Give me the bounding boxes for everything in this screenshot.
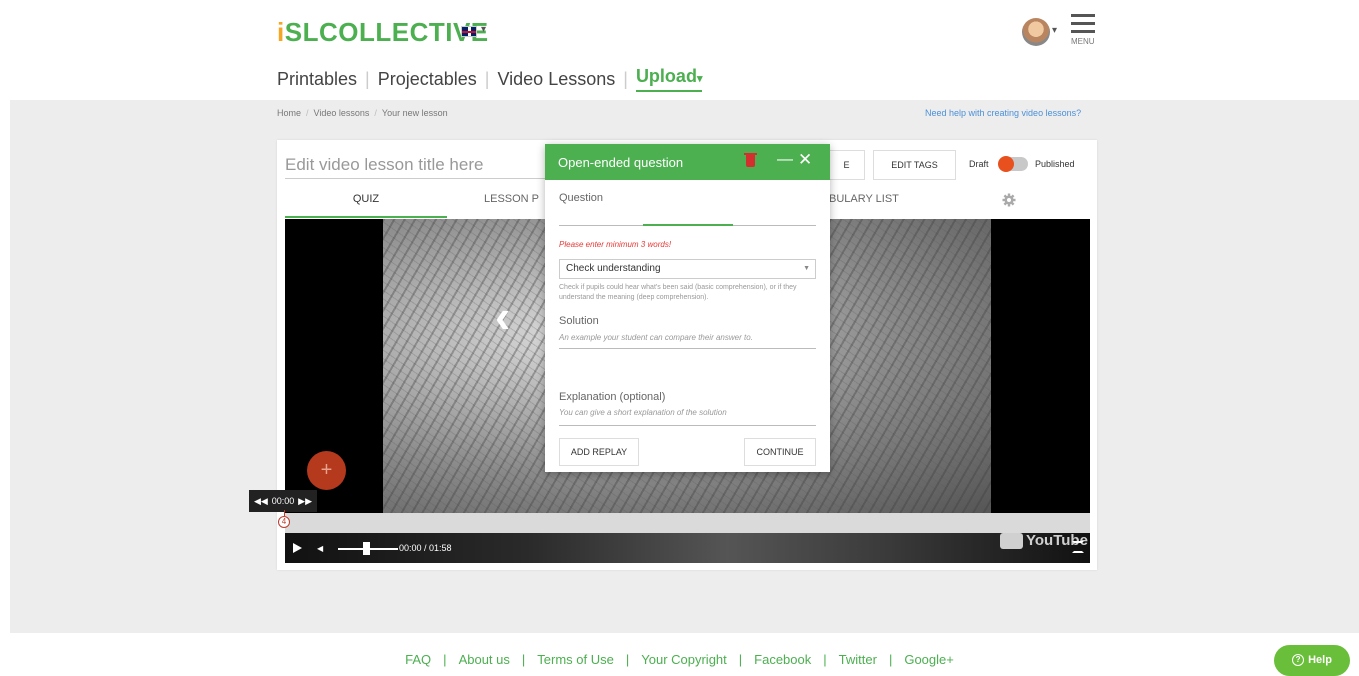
volume-icon[interactable]: ◀ — [317, 544, 325, 553]
footer-separator: | — [443, 652, 447, 667]
published-label: Published — [1035, 159, 1075, 169]
breadcrumb-separator: / — [374, 108, 377, 118]
open-ended-question-dialog: Open-ended question — ✕ Question Please … — [545, 144, 830, 472]
chevron-down-icon: ▼ — [803, 265, 810, 272]
question-type-select[interactable]: Check understanding ▼ — [559, 259, 816, 279]
hamburger-bar — [1071, 30, 1095, 33]
help-label: Help — [1308, 654, 1332, 666]
hamburger-bar — [1071, 22, 1095, 25]
menu-label: MENU — [1071, 37, 1095, 46]
footer-link-facebook[interactable]: Facebook — [754, 652, 811, 667]
nav-separator: | — [484, 68, 490, 89]
footer-separator: | — [521, 652, 526, 667]
nav-upload-label: Upload — [635, 66, 697, 86]
share-button[interactable]: E — [829, 150, 865, 180]
nav-separator: | — [365, 68, 370, 89]
breadcrumb-video-lessons[interactable]: Video lessons — [314, 108, 370, 118]
select-value: Check understanding — [566, 263, 661, 274]
rewind-icon[interactable]: ◀◀ — [254, 496, 268, 507]
volume-slider-handle[interactable] — [363, 542, 370, 555]
logo-text: SLCOLLECTIVE — [284, 17, 489, 47]
avatar[interactable] — [1022, 18, 1050, 46]
uk-flag-icon[interactable] — [461, 26, 477, 37]
breadcrumb-current: Your new lesson — [381, 108, 448, 118]
question-marker[interactable]: 4 — [278, 516, 290, 528]
question-input-focus — [643, 224, 733, 226]
footer-link-about[interactable]: About us — [459, 652, 510, 667]
footer-link-twitter[interactable]: Twitter — [839, 652, 877, 667]
fast-forward-icon[interactable]: ▶▶ — [298, 496, 312, 507]
time-display: 00:00 / 01:58 — [399, 543, 452, 553]
previous-arrow-icon[interactable]: ‹ — [495, 289, 510, 343]
question-timeline[interactable] — [285, 513, 1090, 533]
select-hint: Check if pupils could hear what's been s… — [559, 284, 797, 301]
nav-item-projectables[interactable]: Projectables — [378, 69, 477, 90]
dialog-header: Open-ended question — ✕ — [545, 144, 830, 180]
nav-item-video-lessons[interactable]: Video Lessons — [497, 69, 615, 90]
add-question-button[interactable]: + — [307, 451, 346, 490]
edit-tags-button[interactable]: EDIT TAGS — [873, 150, 956, 180]
footer-link-terms[interactable]: Terms of Use — [537, 652, 614, 667]
site-logo[interactable]: iSLCOLLECTIVE — [277, 17, 489, 48]
footer-separator: | — [625, 652, 630, 667]
footer-separator: | — [738, 652, 743, 667]
logo-letter-i: i — [277, 17, 285, 47]
tab-vocabulary-list[interactable]: BULARY LIST — [829, 193, 899, 205]
footer-link-google-plus[interactable]: Google+ — [904, 652, 954, 667]
help-button[interactable]: ? Help — [1274, 645, 1350, 676]
close-icon[interactable]: ✕ — [798, 150, 812, 170]
continue-button[interactable]: CONTINUE — [744, 438, 816, 466]
minimize-icon[interactable]: — — [777, 151, 793, 169]
footer-separator: | — [823, 652, 827, 667]
site-header: iSLCOLLECTIVE ▾ Printables | Projectable… — [0, 0, 1359, 100]
solution-label: Solution — [559, 315, 599, 327]
fullscreen-icon[interactable] — [1072, 541, 1084, 553]
nav-item-printables[interactable]: Printables — [277, 69, 357, 90]
chevron-down-icon[interactable]: ▾ — [1052, 25, 1057, 36]
tab-lesson-plan[interactable]: LESSON P — [484, 193, 539, 205]
main-nav: Printables | Projectables | Video Lesson… — [277, 66, 703, 92]
footer-link-faq[interactable]: FAQ — [405, 652, 431, 667]
breadcrumb-separator: / — [306, 108, 309, 118]
chevron-down-icon[interactable]: ▾ — [481, 24, 486, 35]
active-tab-indicator — [285, 216, 447, 218]
question-error: Please enter minimum 3 words! — [559, 240, 672, 249]
footer-link-copyright[interactable]: Your Copyright — [641, 652, 727, 667]
question-label: Question — [559, 192, 604, 204]
help-link[interactable]: Need help with creating video lessons? — [925, 108, 1081, 118]
tab-quiz[interactable]: QUIZ — [285, 193, 447, 205]
breadcrumb: Home / Video lessons / Your new lesson — [277, 108, 448, 118]
lesson-title-input[interactable]: Edit video lesson title here — [285, 155, 547, 179]
footer-separator: | — [888, 652, 893, 667]
nav-item-upload[interactable]: Upload▾ — [635, 66, 703, 92]
publish-toggle[interactable] — [998, 156, 1028, 172]
time-seek-control[interactable]: ◀◀ 00:00 ▶▶ — [249, 490, 317, 512]
footer: FAQ | About us | Terms of Use | Your Copyright… — [0, 652, 1359, 667]
explanation-label: Explanation (optional) — [559, 391, 666, 403]
toggle-knob — [998, 156, 1014, 172]
menu-button[interactable]: MENU — [1071, 14, 1097, 54]
explanation-input[interactable]: You can give a short explanation of the … — [559, 408, 727, 417]
nav-separator: | — [623, 68, 628, 89]
question-icon: ? — [1292, 654, 1305, 666]
chevron-down-icon: ▾ — [696, 73, 703, 85]
current-time: 00:00 — [271, 496, 295, 506]
explanation-underline — [559, 425, 816, 426]
draft-label: Draft — [969, 159, 989, 169]
solution-input[interactable]: An example your student can compare thei… — [559, 333, 753, 342]
solution-underline — [559, 348, 816, 349]
trash-icon[interactable] — [744, 153, 757, 167]
add-replay-button[interactable]: ADD REPLAY — [559, 438, 639, 466]
gear-icon[interactable] — [1002, 193, 1016, 207]
play-icon[interactable] — [293, 543, 302, 553]
breadcrumb-home[interactable]: Home — [277, 108, 301, 118]
youtube-play-icon — [1000, 532, 1023, 549]
hamburger-icon — [1071, 14, 1095, 17]
dialog-title: Open-ended question — [558, 155, 684, 170]
